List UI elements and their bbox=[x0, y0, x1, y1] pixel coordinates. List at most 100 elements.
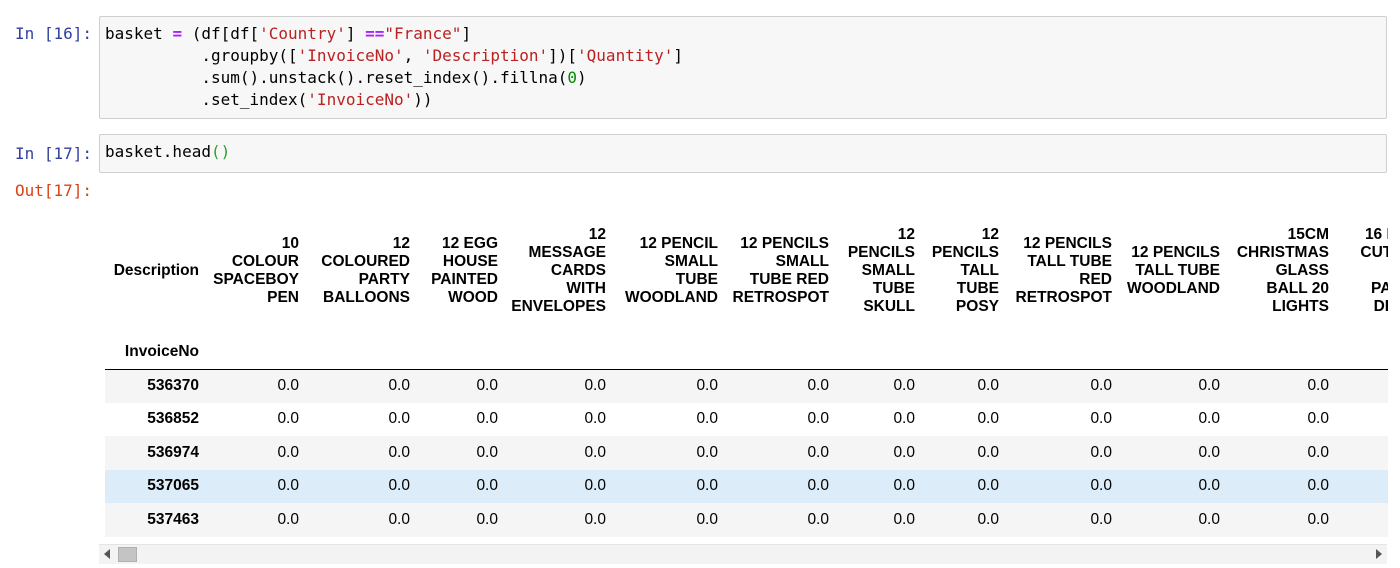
code-token: 'InvoiceNo' bbox=[307, 90, 414, 109]
column-header-line: POSY bbox=[955, 297, 999, 315]
index-row-spacer bbox=[205, 336, 305, 370]
column-header-line: PENCILS bbox=[847, 243, 915, 261]
index-row-spacer bbox=[305, 336, 416, 370]
table-cell: 0.0 bbox=[1307, 377, 1329, 394]
table-cell: 0.0 bbox=[807, 510, 829, 528]
table-cell: 0.0 bbox=[1198, 410, 1220, 428]
column-header-line: RETROSPOT bbox=[1015, 288, 1112, 306]
column-header-line: 10 bbox=[281, 234, 299, 252]
table-row[interactable]: 536974 0.0 0.0 0.0 0.0 0.0 0.0 0.0 0.0 0.0 0.0 0.0 0… bbox=[105, 436, 1388, 470]
code-cell-16[interactable]: basket = (df[df['Country'] =="France"] .… bbox=[99, 16, 1387, 119]
column-header-line: ENVELOPES bbox=[511, 297, 606, 315]
table-cell: 0.0 bbox=[1307, 410, 1329, 428]
column-header-line: PENCILS bbox=[931, 243, 999, 261]
table-cell: 0.0 bbox=[476, 410, 498, 428]
scroll-right-arrow-icon[interactable] bbox=[1376, 549, 1382, 559]
table-cell: 0.0 bbox=[1090, 377, 1112, 394]
code-editor[interactable]: basket = (df[df['Country'] =="France"] .… bbox=[105, 23, 1381, 111]
table-cell: 0.0 bbox=[807, 443, 829, 461]
row-index: 536370 bbox=[147, 377, 199, 394]
table-cell: 0.0 bbox=[584, 443, 606, 461]
table-cell: 0.0 bbox=[277, 377, 299, 394]
column-header: 10 COLOUR SPACEBOY PEN bbox=[205, 205, 305, 336]
index-row-spacer bbox=[724, 336, 835, 370]
column-header-line: 12 PENCILS bbox=[1023, 234, 1112, 252]
table-row[interactable]: 536370 0.0 0.0 0.0 0.0 0.0 0.0 0.0 0.0 0.0 0.0 0.0 0… bbox=[105, 369, 1388, 403]
code-token: 'Country' bbox=[259, 24, 346, 43]
column-header-line: MESSAGE bbox=[528, 243, 606, 261]
table-cell: 0.0 bbox=[893, 443, 915, 461]
column-header-line: WOODLAND bbox=[625, 288, 718, 306]
horizontal-scrollbar[interactable] bbox=[99, 544, 1387, 564]
column-header: 15CM CHRISTMAS GLASS BALL 20 LIGHTS bbox=[1226, 205, 1335, 336]
index-row-spacer bbox=[504, 336, 612, 370]
column-header-line: PARTY bbox=[358, 270, 410, 288]
table-cell: 0.0 bbox=[977, 477, 999, 495]
column-header-line: 16 PIECE bbox=[1364, 225, 1388, 243]
table-cell: 0.0 bbox=[696, 477, 718, 495]
column-header-line: 12 PENCIL bbox=[639, 234, 718, 252]
table-cell: 0.0 bbox=[893, 377, 915, 394]
table-cell: 0.0 bbox=[696, 510, 718, 528]
column-header-line: SMALL bbox=[664, 252, 718, 270]
input-prompt-16: In [16]: bbox=[14, 24, 92, 43]
code-line: .sum().unstack().reset_index().fillna(0) bbox=[105, 67, 1381, 89]
code-token: ] bbox=[345, 24, 366, 43]
row-index: 536852 bbox=[147, 410, 199, 428]
column-header-line: PEN bbox=[267, 288, 299, 306]
table-cell: 0.0 bbox=[1307, 477, 1329, 495]
code-line: basket = (df[df['Country'] =="France"] bbox=[105, 23, 1381, 45]
scrollbar-thumb[interactable] bbox=[118, 547, 137, 562]
table-cell: 0.0 bbox=[977, 410, 999, 428]
column-header-line: SET bbox=[1339, 262, 1388, 280]
table-cell: 0.0 bbox=[696, 443, 718, 461]
column-header: 12 PENCILS TALL TUBE POSY bbox=[921, 205, 1005, 336]
table-cell: 0.0 bbox=[388, 477, 410, 495]
column-header-line: TUBE bbox=[956, 279, 999, 297]
code-token: ] bbox=[461, 24, 472, 43]
table-cell: 0.0 bbox=[1090, 443, 1112, 461]
table-body: 536370 0.0 0.0 0.0 0.0 0.0 0.0 0.0 0.0 0.0 0.0 0.0 0… bbox=[105, 369, 1388, 537]
table-cell: 0.0 bbox=[1307, 510, 1329, 528]
table-cell: 0.0 bbox=[388, 410, 410, 428]
column-header-line: WOODLAND bbox=[1127, 279, 1220, 297]
column-header-line: RETROSPOT bbox=[732, 288, 829, 306]
input-prompt-17: In [17]: bbox=[14, 144, 92, 163]
column-header-line: PANTRY bbox=[1371, 279, 1388, 297]
index-row-spacer bbox=[416, 336, 504, 370]
code-token: basket.head bbox=[105, 142, 211, 161]
column-header-line: WITH bbox=[566, 279, 606, 297]
code-cell-17[interactable]: basket.head() bbox=[99, 134, 1387, 173]
table-row[interactable]: 536852 0.0 0.0 0.0 0.0 0.0 0.0 0.0 0.0 0.0 0.0 0.0 0… bbox=[105, 403, 1388, 437]
table-cell: 0.0 bbox=[584, 477, 606, 495]
code-token: ])[ bbox=[548, 46, 578, 65]
column-header-line: BALLOONS bbox=[323, 288, 410, 306]
table-cell: 0.0 bbox=[807, 477, 829, 495]
table-cell: 0.0 bbox=[277, 410, 299, 428]
table-cell: 0.0 bbox=[476, 443, 498, 461]
output-prompt-17: Out[17]: bbox=[14, 181, 92, 200]
table-cell: 0.0 bbox=[388, 510, 410, 528]
row-index: 536974 bbox=[147, 443, 199, 461]
column-header-line: 12 bbox=[588, 225, 606, 243]
code-token: 'Quantity' bbox=[577, 46, 674, 65]
table-row[interactable]: 537065 0.0 0.0 0.0 0.0 0.0 0.0 0.0 0.0 0.0 0.0 0.0 0… bbox=[105, 469, 1388, 503]
index-row-spacer bbox=[835, 336, 921, 370]
table-cell: 0.0 bbox=[807, 410, 829, 428]
table-cell: 0.0 bbox=[388, 443, 410, 461]
code-token: () bbox=[210, 142, 231, 161]
table-cell: 0.0 bbox=[1090, 510, 1112, 528]
table-cell: 0.0 bbox=[277, 510, 299, 528]
code-editor[interactable]: basket.head() bbox=[105, 141, 1381, 163]
table-row[interactable]: 537463 0.0 0.0 0.0 0.0 0.0 0.0 0.0 0.0 0.0 0.0 0.0 0… bbox=[105, 503, 1388, 537]
scroll-left-arrow-icon[interactable] bbox=[104, 549, 110, 559]
column-header-line: SKULL bbox=[863, 297, 915, 315]
code-line: .groupby(['InvoiceNo', 'Description'])['… bbox=[105, 45, 1381, 67]
table-cell: 0.0 bbox=[1090, 410, 1112, 428]
index-row-spacer bbox=[921, 336, 1005, 370]
table-cell: 0.0 bbox=[584, 410, 606, 428]
column-header-line: BALL 20 bbox=[1266, 279, 1329, 297]
table-cell: 0.0 bbox=[893, 410, 915, 428]
code-token: basket bbox=[105, 24, 173, 43]
column-header-line: CUTLERY bbox=[1360, 243, 1388, 261]
